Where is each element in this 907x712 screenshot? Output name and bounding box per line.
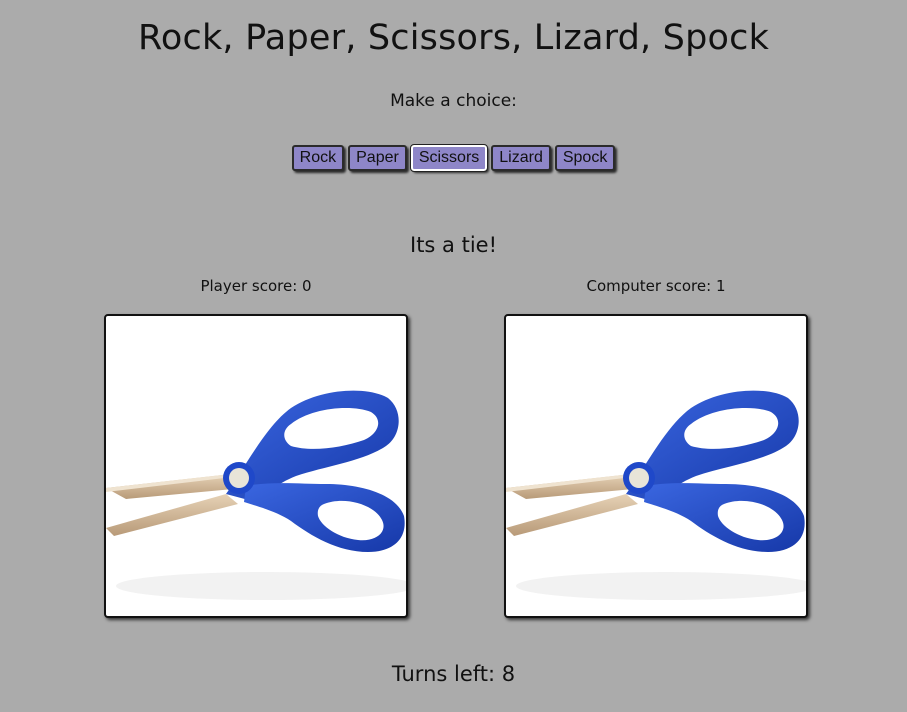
scissors-button[interactable]: Scissors: [409, 144, 489, 172]
choice-buttons: Rock Paper Scissors Lizard Spock: [0, 144, 907, 172]
round-result: Its a tie!: [410, 233, 497, 257]
choice-prompt: Make a choice:: [390, 91, 517, 111]
scissors-image: [506, 390, 806, 600]
player-choice-panel: [104, 314, 408, 618]
computer-score: Computer score: 1: [586, 277, 726, 295]
game-title: Rock, Paper, Scissors, Lizard, Spock: [137, 18, 770, 58]
paper-button[interactable]: Paper: [348, 145, 407, 171]
rock-button[interactable]: Rock: [291, 145, 345, 171]
lizard-button[interactable]: Lizard: [491, 145, 551, 171]
computer-choice-panel: [504, 314, 808, 618]
scissors-image: [106, 390, 406, 600]
turns-left: Turns left: 8: [391, 662, 516, 686]
player-score: Player score: 0: [200, 277, 312, 295]
spock-button[interactable]: Spock: [554, 145, 616, 171]
